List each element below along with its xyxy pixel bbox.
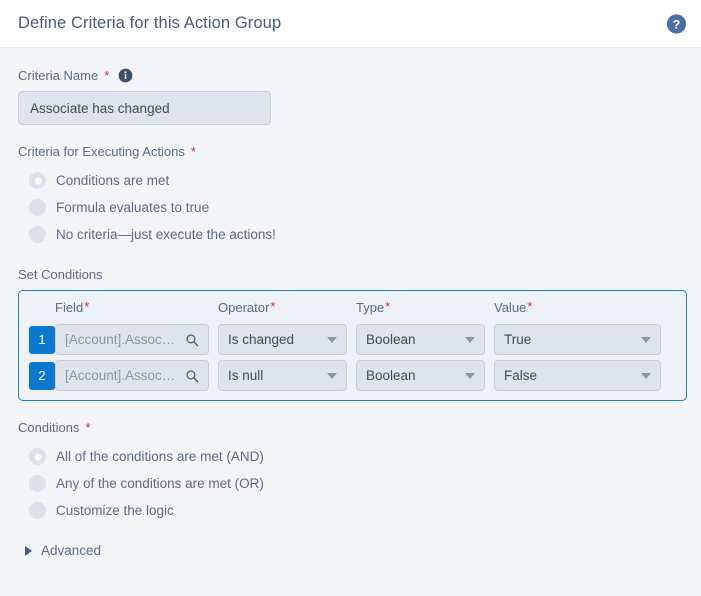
field-cell: [Account].Assoc…: [55, 360, 218, 391]
conditions-logic-section: Conditions * All of the conditions are me…: [18, 420, 683, 524]
required-marker: *: [84, 298, 90, 314]
field-lookup-value: [Account].Assoc…: [65, 368, 176, 383]
criteria-name-label: Criteria Name *: [18, 68, 683, 83]
advanced-label: Advanced: [41, 543, 102, 558]
criteria-for-executing-radio-group: Conditions are met Formula evaluates to …: [18, 167, 683, 248]
required-marker: *: [270, 298, 276, 314]
set-conditions-section: Set Conditions Field * Operator * Type * Va…: [18, 267, 687, 401]
value-value: False: [504, 368, 538, 383]
value-cell: True: [494, 324, 670, 355]
row-number-badge[interactable]: 2: [29, 361, 55, 390]
conditions-logic-radio-group: All of the conditions are met (AND) Any …: [18, 443, 683, 524]
svg-text:?: ?: [673, 17, 680, 31]
radio-icon[interactable]: [29, 199, 46, 216]
column-header-field-text: Field: [55, 299, 84, 315]
criteria-name-section: Criteria Name * Associate has changed: [18, 68, 683, 125]
operator-value: Is changed: [228, 332, 295, 347]
radio-option-all-conditions-and[interactable]: All of the conditions are met (AND): [18, 443, 683, 470]
value-value: True: [504, 332, 532, 347]
type-select[interactable]: Boolean: [356, 324, 485, 355]
value-cell: False: [494, 360, 670, 391]
field-lookup-value: [Account].Assoc…: [65, 332, 176, 347]
required-marker: *: [104, 68, 110, 83]
advanced-disclosure[interactable]: Advanced: [18, 543, 683, 558]
radio-option-any-conditions-or[interactable]: Any of the conditions are met (OR): [18, 470, 683, 497]
row-number-cell: 2: [19, 361, 55, 390]
conditions-header-row: Field * Operator * Type * Value *: [19, 291, 686, 319]
set-conditions-label-text: Set Conditions: [18, 267, 103, 282]
radio-option-customize-logic[interactable]: Customize the logic: [18, 497, 683, 524]
criteria-for-executing-label-text: Criteria for Executing Actions: [18, 144, 185, 159]
chevron-down-icon: [641, 372, 651, 379]
operator-select[interactable]: Is null: [218, 360, 347, 391]
info-circle-icon[interactable]: [118, 68, 133, 83]
radio-icon[interactable]: [29, 502, 46, 519]
conditions-logic-label: Conditions *: [18, 420, 683, 435]
chevron-down-icon: [327, 336, 337, 343]
required-marker: *: [85, 420, 91, 435]
radio-label: Customize the logic: [56, 503, 174, 518]
type-select[interactable]: Boolean: [356, 360, 485, 391]
search-icon[interactable]: [185, 369, 199, 383]
row-number-cell: 1: [19, 325, 55, 354]
field-cell: [Account].Assoc…: [55, 324, 218, 355]
type-cell: Boolean: [356, 360, 494, 391]
condition-row: 2 [Account].Assoc… Is null Boolean False: [19, 360, 686, 391]
radio-label: Any of the conditions are met (OR): [56, 476, 264, 491]
page-title: Define Criteria for this Action Group: [18, 14, 282, 32]
radio-label: Formula evaluates to true: [56, 200, 210, 215]
chevron-down-icon: [641, 336, 651, 343]
required-marker: *: [385, 298, 391, 314]
conditions-logic-label-text: Conditions: [18, 420, 80, 435]
radio-option-no-criteria[interactable]: No criteria—just execute the actions!: [18, 221, 683, 248]
column-header-operator: Operator *: [218, 300, 356, 315]
column-header-type-text: Type: [356, 299, 385, 315]
criteria-name-label-text: Criteria Name: [18, 68, 99, 83]
operator-cell: Is changed: [218, 324, 356, 355]
required-marker: *: [190, 144, 196, 159]
type-cell: Boolean: [356, 324, 494, 355]
criteria-name-input[interactable]: Associate has changed: [18, 91, 271, 125]
operator-select[interactable]: Is changed: [218, 324, 347, 355]
condition-row: 1 [Account].Assoc… Is changed Boolean Tr…: [19, 324, 686, 355]
chevron-right-icon: [25, 545, 32, 556]
field-lookup-input[interactable]: [Account].Assoc…: [55, 360, 209, 391]
column-header-operator-text: Operator: [218, 299, 270, 315]
column-header-field: Field *: [55, 300, 218, 315]
chevron-down-icon: [327, 372, 337, 379]
operator-cell: Is null: [218, 360, 356, 391]
criteria-for-executing-label: Criteria for Executing Actions *: [18, 144, 683, 159]
column-header-value: Value *: [494, 300, 670, 315]
search-icon[interactable]: [185, 333, 199, 347]
operator-value: Is null: [228, 368, 264, 383]
row-number-badge[interactable]: 1: [29, 325, 55, 354]
field-lookup-input[interactable]: [Account].Assoc…: [55, 324, 209, 355]
radio-icon[interactable]: [29, 226, 46, 243]
radio-label: Conditions are met: [56, 173, 170, 188]
help-circle-icon[interactable]: ?: [666, 13, 687, 34]
type-value: Boolean: [366, 368, 416, 383]
radio-icon[interactable]: [29, 172, 46, 189]
value-select[interactable]: True: [494, 324, 661, 355]
radio-icon[interactable]: [29, 475, 46, 492]
radio-option-conditions-are-met[interactable]: Conditions are met: [18, 167, 683, 194]
type-value: Boolean: [366, 332, 416, 347]
column-header-type: Type *: [356, 300, 494, 315]
radio-icon[interactable]: [29, 448, 46, 465]
value-select[interactable]: False: [494, 360, 661, 391]
set-conditions-label: Set Conditions: [18, 267, 683, 282]
radio-label: All of the conditions are met (AND): [56, 449, 264, 464]
criteria-for-executing-section: Criteria for Executing Actions * Conditio…: [18, 144, 683, 248]
radio-label: No criteria—just execute the actions!: [56, 227, 276, 242]
panel-header: Define Criteria for this Action Group ?: [0, 0, 701, 48]
required-marker: *: [527, 298, 533, 314]
conditions-panel: Field * Operator * Type * Value * 1 [Acc…: [18, 290, 687, 401]
chevron-down-icon: [465, 336, 475, 343]
chevron-down-icon: [465, 372, 475, 379]
radio-option-formula-evaluates-to-true[interactable]: Formula evaluates to true: [18, 194, 683, 221]
panel-body: Criteria Name * Associate has changed Cri…: [0, 48, 701, 558]
column-header-value-text: Value: [494, 299, 527, 315]
